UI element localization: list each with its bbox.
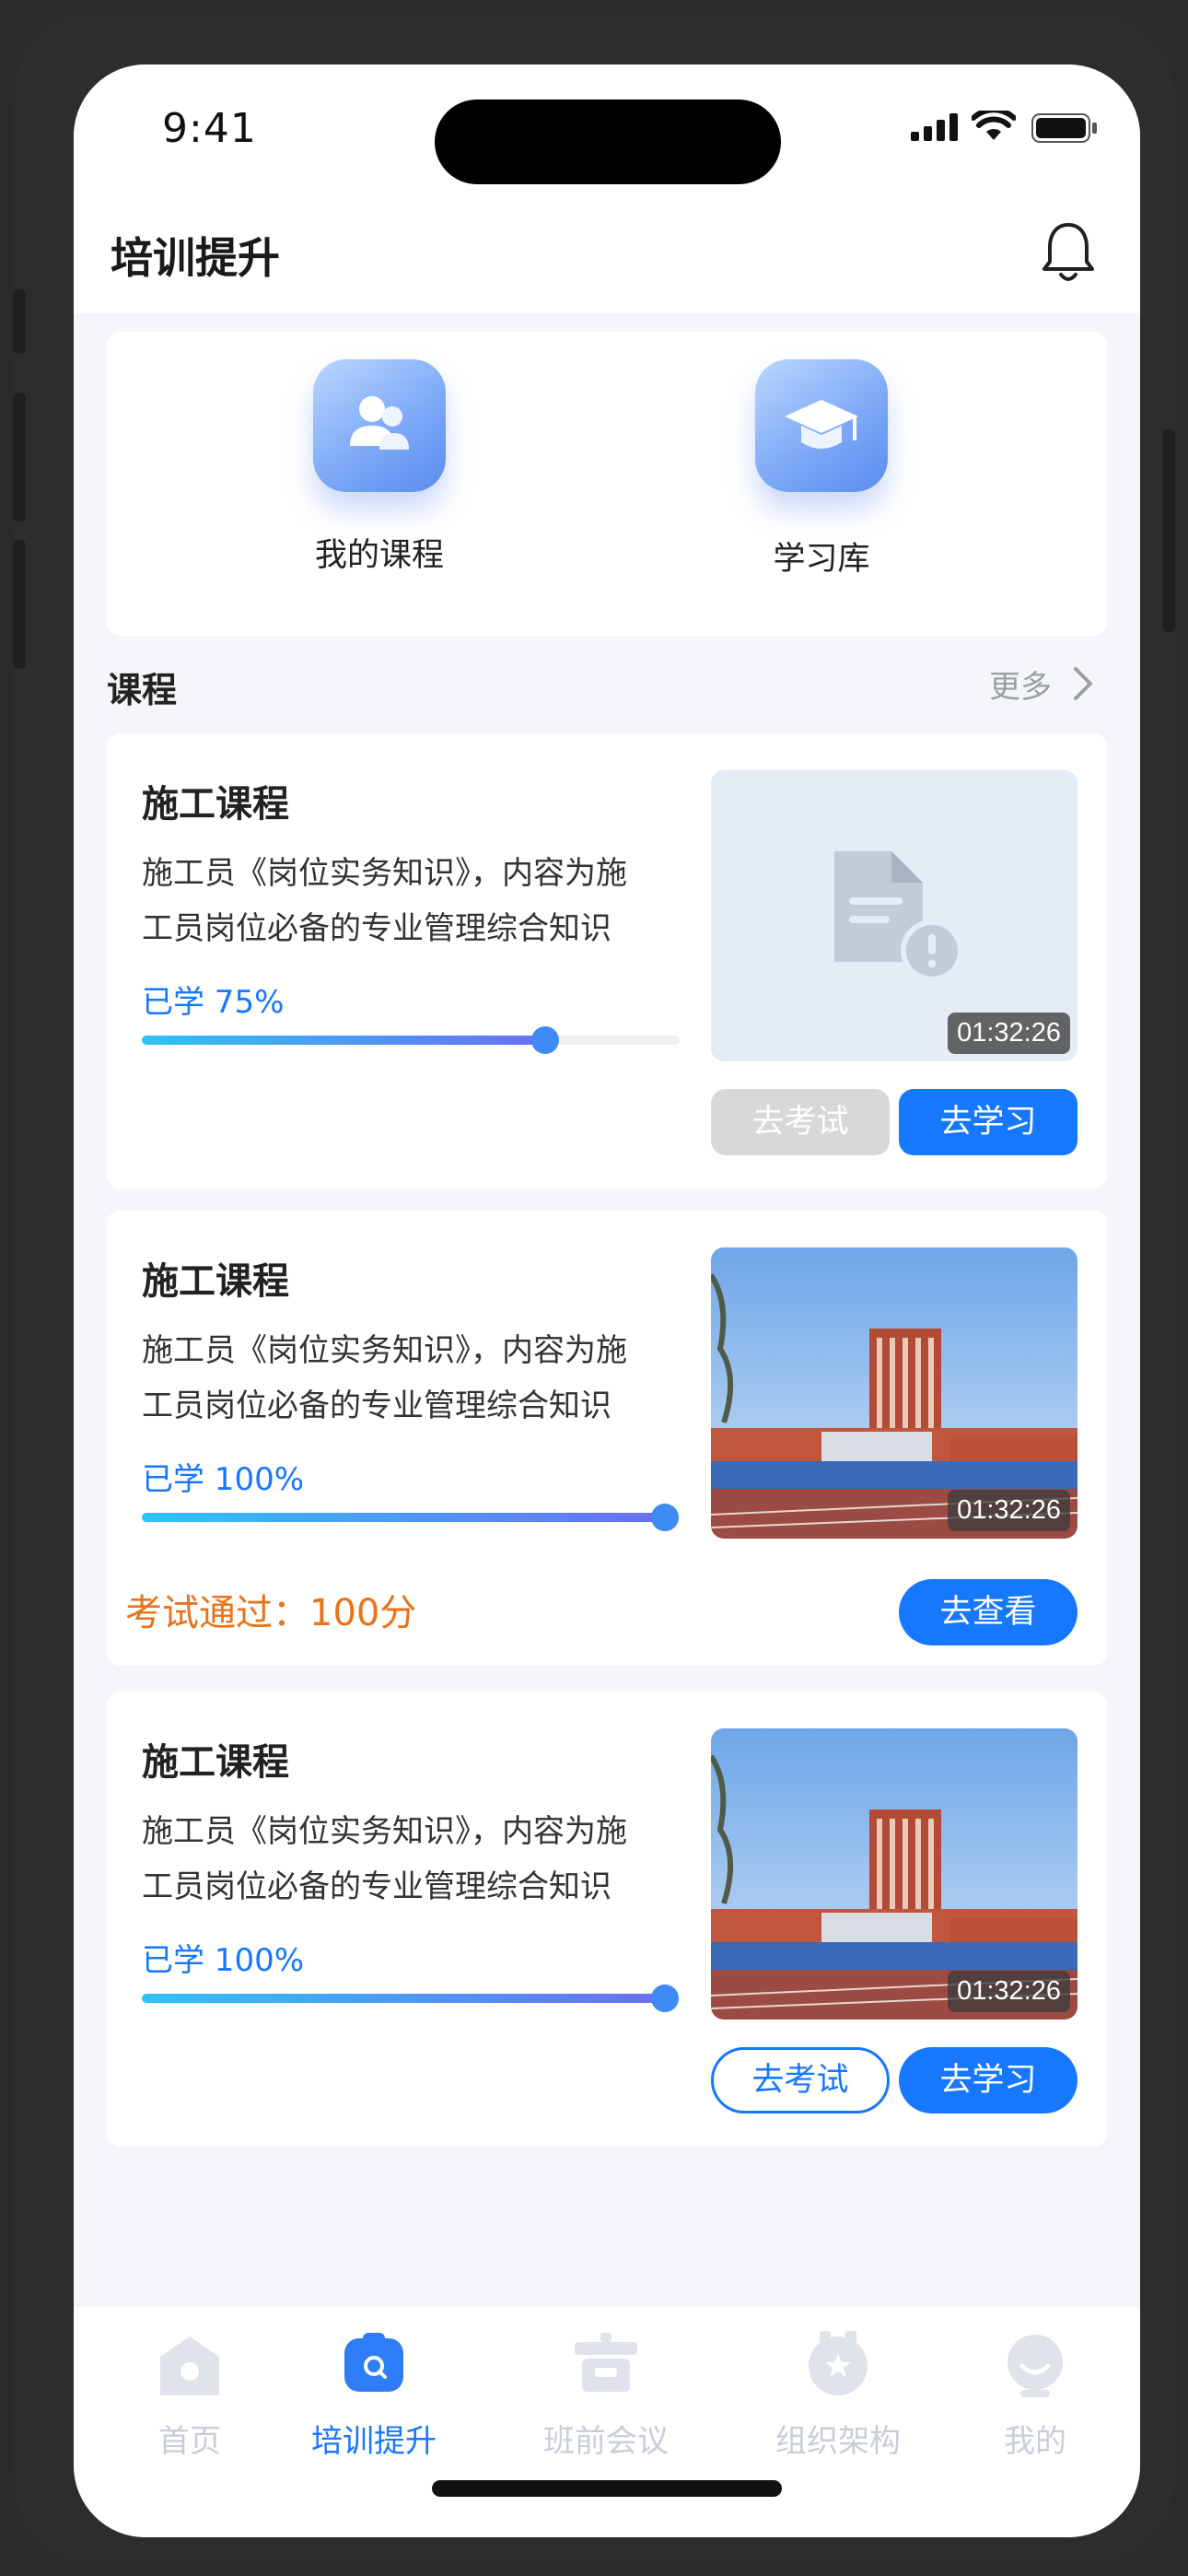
progress-knob (651, 1985, 679, 2012)
tab-label: 组织架构 (775, 2423, 901, 2460)
course-description: 施工员《岗位实务知识》，内容为施 工员岗位必备的专业管理综合知识 (142, 1804, 694, 1914)
course-thumbnail[interactable]: 01:32:26 (711, 1728, 1077, 2020)
progress-fill (142, 1513, 665, 1522)
page-title: 培训提升 (111, 233, 280, 283)
my-courses-button[interactable]: 我的课程 (260, 359, 499, 576)
progress-label: 已学 100% (142, 1461, 305, 1498)
more-link[interactable]: 更多 (989, 662, 1052, 707)
course-card[interactable]: 施工课程 施工员《岗位实务知识》，内容为施 工员岗位必备的专业管理综合知识 已学… (107, 1692, 1107, 2147)
course-title: 施工课程 (142, 1260, 289, 1303)
home-icon (160, 2336, 219, 2395)
signal-icon (911, 113, 958, 141)
tab-label: 首页 (158, 2423, 221, 2460)
course-desc-line: 工员岗位必备的专业管理综合知识 (142, 1868, 611, 1905)
course-desc-line: 施工员《岗位实务知识》，内容为施 (142, 1332, 627, 1369)
phone-frame: 9:41 培训提升 我的课程 学习库 课程 更多 施工课程 施工员《岗位实务知识… (13, 13, 1175, 2563)
my-courses-label: 我的课程 (314, 537, 444, 574)
progress-bar (142, 1504, 680, 1531)
course-card[interactable]: 施工课程 施工员《岗位实务知识》，内容为施 工员岗位必备的专业管理综合知识 已学… (107, 1211, 1107, 1666)
home-indicator[interactable] (432, 2480, 782, 2497)
profile-icon (1007, 2335, 1063, 2397)
meeting-icon (575, 2333, 637, 2392)
badge-icon (809, 2331, 868, 2395)
progress-fill (142, 1994, 665, 2003)
progress-knob (651, 1504, 679, 1531)
course-title: 施工课程 (142, 783, 289, 825)
study-button[interactable]: 去学习 (899, 1089, 1077, 1155)
tab-training[interactable]: 培训提升 (282, 2329, 466, 2461)
mute-switch (13, 289, 26, 354)
course-desc-line: 工员岗位必备的专业管理综合知识 (142, 1388, 611, 1424)
battery-icon (1031, 113, 1097, 143)
exam-button[interactable]: 去考试 (711, 2047, 890, 2113)
course-description: 施工员《岗位实务知识》，内容为施 工员岗位必备的专业管理综合知识 (142, 846, 694, 956)
tab-label: 我的 (1004, 2423, 1066, 2460)
chevron-right-icon[interactable] (1068, 665, 1096, 702)
course-card[interactable]: 施工课程 施工员《岗位实务知识》，内容为施 工员岗位必备的专业管理综合知识 已学… (107, 733, 1107, 1188)
progress-knob (531, 1026, 559, 1054)
users-icon (313, 359, 446, 492)
video-duration: 01:32:26 (948, 1971, 1070, 2012)
status-time: 9:41 (162, 105, 257, 152)
exam-button[interactable]: 去考试 (711, 1089, 890, 1155)
tab-label: 培训提升 (311, 2423, 437, 2460)
power-button (1162, 429, 1175, 632)
study-button[interactable]: 去学习 (899, 2047, 1077, 2113)
progress-bar (142, 1985, 680, 2012)
progress-bar (142, 1026, 680, 1054)
volume-down-button (13, 540, 26, 669)
course-desc-line: 施工员《岗位实务知识》，内容为施 (142, 1813, 627, 1850)
progress-label: 已学 75% (142, 984, 285, 1021)
progress-fill (142, 1036, 545, 1045)
app-screen: 9:41 培训提升 我的课程 学习库 课程 更多 施工课程 施工员《岗位实务知识… (74, 64, 1140, 2537)
bottom-tab-bar: 首页 培训提升 班前会议 组织架构 我的 (74, 2307, 1140, 2537)
progress-label: 已学 100% (142, 1942, 305, 1979)
tab-organization[interactable]: 组织架构 (746, 2329, 930, 2461)
video-duration: 01:32:26 (948, 1013, 1070, 1054)
tab-profile[interactable]: 我的 (943, 2329, 1127, 2461)
course-title: 施工课程 (142, 1741, 289, 1784)
study-library-label: 学习库 (773, 541, 870, 578)
tab-home[interactable]: 首页 (98, 2329, 282, 2461)
tab-meeting[interactable]: 班前会议 (514, 2329, 698, 2461)
course-desc-line: 工员岗位必备的专业管理综合知识 (142, 910, 611, 947)
bell-icon[interactable] (1039, 219, 1098, 286)
dynamic-island (435, 100, 781, 184)
chat-icon (344, 2333, 403, 2392)
study-library-button[interactable]: 学习库 (702, 359, 941, 580)
volume-up-button (13, 392, 26, 521)
exam-result: 考试通过：100分 (125, 1592, 417, 1634)
course-thumbnail[interactable]: 01:32:26 (711, 1247, 1077, 1539)
wifi-icon (972, 111, 1016, 140)
course-desc-line: 施工员《岗位实务知识》，内容为施 (142, 855, 627, 892)
view-button[interactable]: 去查看 (899, 1579, 1077, 1645)
graduation-cap-icon (755, 359, 888, 492)
course-thumbnail[interactable]: 01:32:26 (711, 770, 1077, 1061)
section-title: 课程 (107, 670, 178, 710)
tab-label: 班前会议 (543, 2423, 669, 2460)
page-header: 培训提升 (74, 203, 1140, 313)
course-description: 施工员《岗位实务知识》，内容为施 工员岗位必备的专业管理综合知识 (142, 1323, 694, 1434)
quick-actions-panel: 我的课程 学习库 (107, 332, 1107, 636)
status-bar: 9:41 (74, 64, 1140, 203)
video-duration: 01:32:26 (948, 1490, 1070, 1531)
